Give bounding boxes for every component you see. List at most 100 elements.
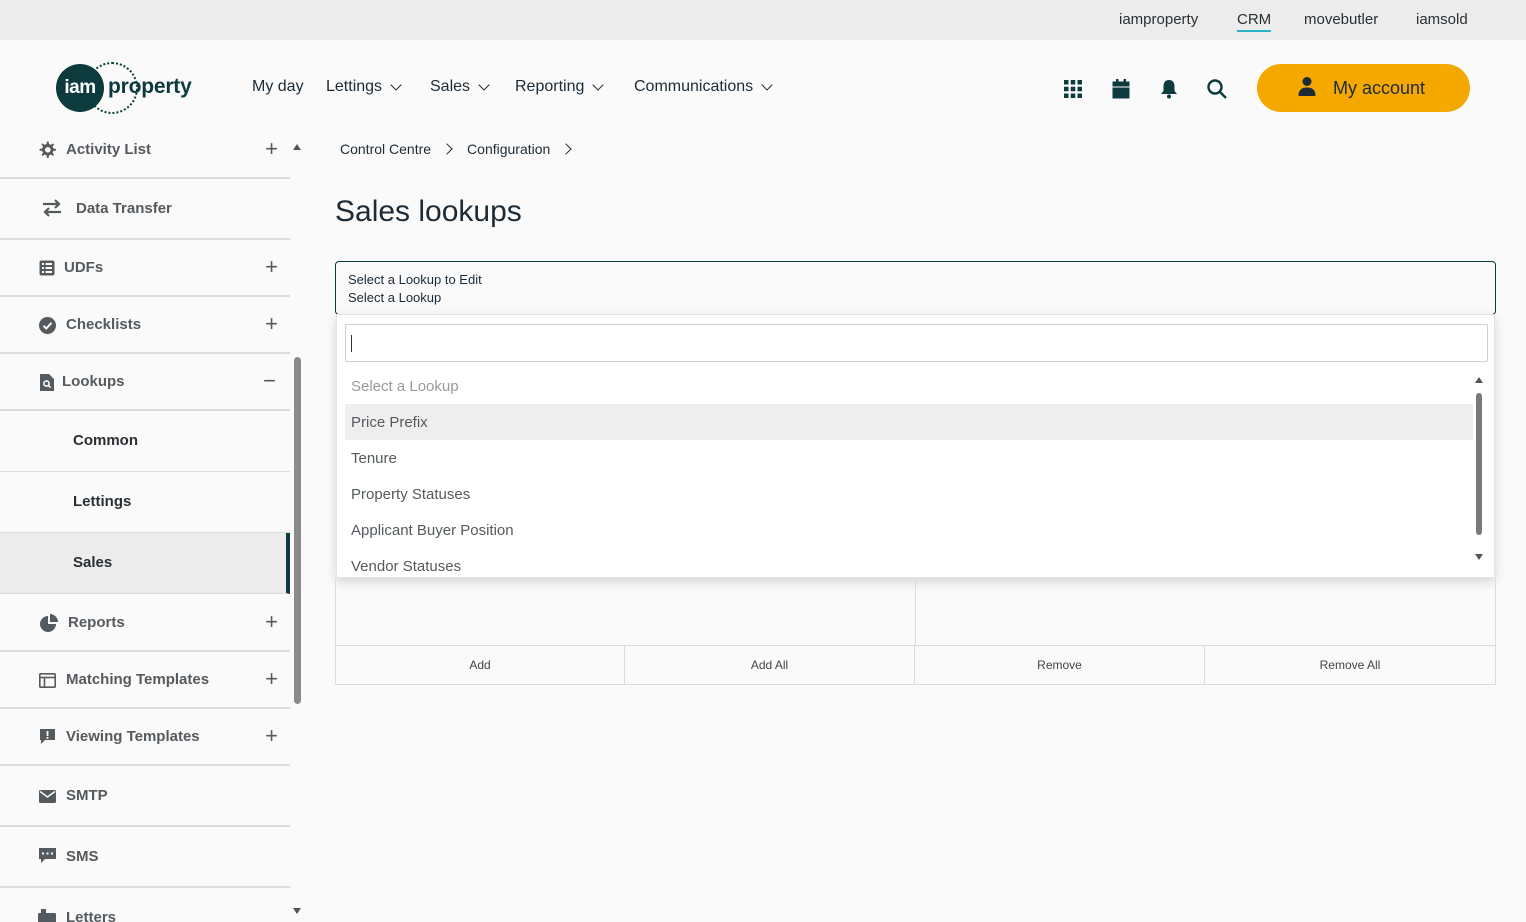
sidebar-item-sms[interactable]: SMS (0, 827, 290, 888)
nav-label: Sales (430, 78, 471, 95)
product-link-iamsold[interactable]: iamsold (1416, 11, 1468, 28)
sidebar-item-label: Matching Templates (66, 671, 210, 688)
chevron-right-icon (441, 143, 453, 155)
sidebar-subitem-lettings[interactable]: Lettings (0, 472, 290, 533)
lookup-select[interactable]: Select a Lookup to Edit Select a Lookup (335, 261, 1496, 315)
minus-icon[interactable]: − (263, 368, 276, 394)
plus-icon[interactable]: + (265, 254, 278, 280)
sidebar-item-checklists[interactable]: Checklists + (0, 297, 290, 354)
sidebar-item-udfs[interactable]: UDFs + (0, 240, 290, 297)
sidebar-scrollbar-thumb[interactable] (294, 357, 301, 704)
sidebar-item-viewing-templates[interactable]: Viewing Templates + (0, 709, 290, 766)
check-circle-icon (38, 316, 56, 334)
add-button[interactable]: Add (336, 646, 625, 684)
sidebar-item-label: Data Transfer (76, 200, 172, 217)
plus-icon[interactable]: + (265, 311, 278, 337)
bell-icon[interactable] (1158, 78, 1180, 100)
list-divider (915, 578, 916, 645)
breadcrumb-control-centre[interactable]: Control Centre (340, 141, 431, 157)
nav-my-day[interactable]: My day (252, 78, 304, 96)
add-all-button[interactable]: Add All (625, 646, 915, 684)
lookup-option[interactable]: Select a Lookup (345, 368, 1473, 404)
product-switcher-bar: iamproperty CRM movebutler iamsold (0, 0, 1526, 40)
scroll-down-arrow-icon[interactable] (293, 908, 301, 914)
sidebar-item-letters[interactable]: Letters (0, 888, 290, 922)
sms-icon (38, 847, 56, 865)
product-link-crm[interactable]: CRM (1237, 11, 1272, 32)
remove-all-button[interactable]: Remove All (1205, 646, 1495, 684)
calendar-icon[interactable] (1110, 78, 1132, 100)
lookup-select-value: Select a Lookup (348, 290, 442, 305)
logo-circle: iam (56, 64, 104, 112)
logo-circle-text: iam (64, 77, 96, 98)
scroll-up-arrow-icon[interactable] (1475, 377, 1483, 383)
lookup-option[interactable]: Tenure (345, 440, 1473, 476)
lookup-option[interactable]: Property Statuses (345, 476, 1473, 512)
plus-icon[interactable]: + (265, 136, 278, 162)
sidebar-item-activity-list[interactable]: Activity List + (0, 136, 290, 179)
scroll-down-arrow-icon[interactable] (1475, 554, 1483, 560)
scroll-up-arrow-icon[interactable] (293, 144, 301, 150)
gear-icon (38, 141, 56, 159)
my-account-label: My account (1333, 77, 1426, 98)
sidebar-item-label: Activity List (66, 141, 152, 158)
nav-sales[interactable]: Sales (430, 78, 490, 96)
sidebar-item-label: Reports (68, 614, 125, 631)
lookup-option[interactable]: Price Prefix (345, 404, 1473, 440)
sidebar-item-smtp[interactable]: SMTP (0, 766, 290, 827)
sidebar-subitem-label: Lettings (73, 493, 132, 510)
nav-label: My day (252, 78, 304, 95)
logo-text: property (108, 75, 192, 98)
product-link-iamproperty[interactable]: iamproperty (1119, 11, 1198, 28)
nav-label: Lettings (326, 78, 383, 95)
letter-icon (38, 908, 56, 922)
sidebar-item-reports[interactable]: Reports + (0, 594, 290, 652)
sidebar-item-label: SMTP (66, 787, 108, 804)
lookup-option[interactable]: Applicant Buyer Position (345, 512, 1473, 548)
page-title: Sales lookups (335, 195, 522, 228)
envelope-icon (38, 787, 56, 805)
user-icon (1297, 76, 1317, 101)
remove-button[interactable]: Remove (915, 646, 1205, 684)
breadcrumb-configuration[interactable]: Configuration (467, 141, 550, 157)
chevron-down-icon (478, 79, 490, 91)
breadcrumb: Control Centre Configuration (340, 141, 586, 157)
sidebar-subitem-label: Sales (73, 554, 113, 571)
chevron-right-icon (560, 143, 572, 155)
chevron-down-icon (390, 79, 402, 91)
sidebar-item-lookups[interactable]: Lookups − (0, 354, 290, 411)
pie-chart-icon (40, 614, 58, 632)
list-icon (38, 259, 56, 277)
document-search-icon (38, 373, 56, 391)
sidebar-item-label: Checklists (66, 316, 142, 333)
lookup-search-input[interactable] (345, 324, 1488, 362)
config-sidebar: Activity List + Data Transfer UDFs + Che… (0, 136, 306, 922)
sidebar-item-label: Viewing Templates (66, 728, 200, 745)
nav-reporting[interactable]: Reporting (515, 78, 605, 96)
apps-grid-icon[interactable] (1062, 78, 1084, 100)
plus-icon[interactable]: + (265, 609, 278, 635)
lookup-option[interactable]: Vendor Statuses (345, 548, 1473, 577)
nav-lettings[interactable]: Lettings (326, 78, 402, 96)
sidebar-subitem-common[interactable]: Common (0, 411, 290, 472)
dropdown-scrollbar-thumb[interactable] (1476, 393, 1482, 535)
plus-icon[interactable]: + (265, 666, 278, 692)
lookup-lists-panel: Add Add All Remove Remove All (335, 578, 1496, 685)
search-icon[interactable] (1206, 78, 1228, 100)
product-link-movebutler[interactable]: movebutler (1304, 11, 1378, 28)
sidebar-subitem-label: Common (73, 432, 138, 449)
sidebar-item-data-transfer[interactable]: Data Transfer (0, 179, 290, 240)
plus-icon[interactable]: + (265, 723, 278, 749)
nav-communications[interactable]: Communications (634, 78, 773, 96)
sidebar-item-label: UDFs (64, 259, 104, 276)
transfer-arrows-icon (41, 199, 63, 217)
nav-label: Communications (634, 78, 754, 95)
text-caret (351, 335, 352, 352)
sidebar-item-matching-templates[interactable]: Matching Templates + (0, 652, 290, 709)
sidebar-subitem-sales[interactable]: Sales (0, 533, 290, 594)
main-header: iam property My day Lettings Sales Repor… (0, 40, 1526, 136)
sidebar-item-label: Letters (66, 909, 117, 922)
sidebar-item-label: Lookups (62, 373, 125, 390)
template-icon (38, 671, 56, 689)
my-account-button[interactable]: My account (1257, 64, 1470, 112)
